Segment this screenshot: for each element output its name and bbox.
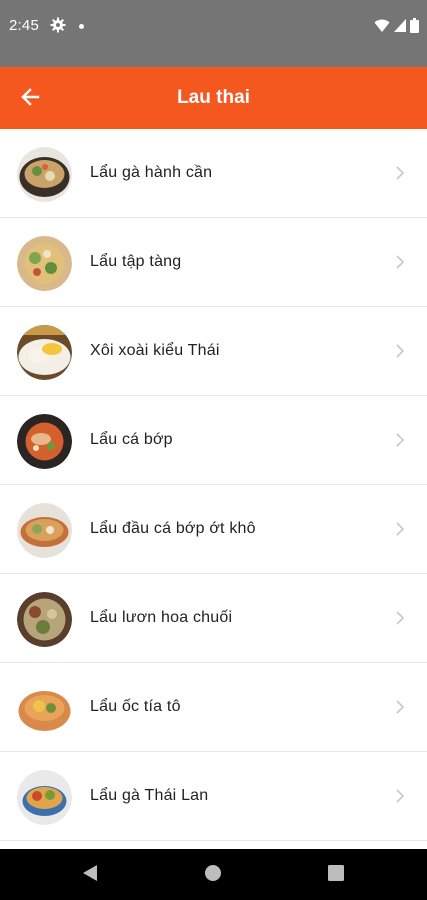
list-item[interactable]: Lẩu ốc tía tô xyxy=(0,663,427,752)
list-item[interactable]: Xôi xoài kiểu Thái xyxy=(0,307,427,396)
list-item[interactable]: Lẩu gà Thái Lan xyxy=(0,752,427,841)
app-bar: Lau thai xyxy=(0,67,427,129)
list-item-label: Lẩu cá bớp xyxy=(90,431,173,448)
list-item[interactable]: Lẩu cá bớp xyxy=(0,396,427,485)
wifi-icon xyxy=(374,19,390,38)
chevron-right-icon xyxy=(395,699,405,715)
status-time: 2:45 xyxy=(9,17,39,34)
page-title: Lau thai xyxy=(177,87,250,108)
battery-icon xyxy=(410,18,419,38)
list-item-label: Lẩu lươn hoa chuối xyxy=(90,609,233,626)
chevron-right-icon xyxy=(395,165,405,181)
gear-icon xyxy=(50,17,66,33)
dish-thumbnail xyxy=(17,503,72,558)
nav-recents-button[interactable] xyxy=(325,864,347,886)
list-item-label: Lẩu đầu cá bớp ớt khô xyxy=(90,520,256,537)
chevron-right-icon xyxy=(395,610,405,626)
recipe-list: Lẩu gà hành cần Lẩu tập tàng Xôi xoài ki… xyxy=(0,129,427,841)
chevron-right-icon xyxy=(395,343,405,359)
chevron-right-icon xyxy=(395,788,405,804)
chevron-right-icon xyxy=(395,521,405,537)
list-item[interactable]: Lẩu lươn hoa chuối xyxy=(0,574,427,663)
list-item-label: Xôi xoài kiểu Thái xyxy=(90,342,220,359)
list-item-label: Lẩu tập tàng xyxy=(90,253,182,270)
dish-thumbnail xyxy=(17,325,72,380)
dish-thumbnail xyxy=(17,236,72,291)
nav-back-icon xyxy=(82,864,98,887)
nav-recents-icon xyxy=(328,864,344,886)
chevron-right-icon xyxy=(395,254,405,270)
list-item[interactable]: Lẩu đầu cá bớp ớt khô xyxy=(0,485,427,574)
dish-thumbnail xyxy=(17,592,72,647)
status-icons xyxy=(374,18,419,38)
list-item-label: Lẩu ốc tía tô xyxy=(90,698,181,715)
list-item-label: Lẩu gà Thái Lan xyxy=(90,787,209,804)
notification-dot-icon xyxy=(79,24,84,29)
cellular-signal-icon xyxy=(394,19,406,37)
list-item[interactable]: Lẩu gà hành cần xyxy=(0,129,427,218)
system-navigation-bar xyxy=(0,849,427,900)
nav-home-button[interactable] xyxy=(202,864,224,886)
dish-thumbnail xyxy=(17,414,72,469)
nav-home-icon xyxy=(204,864,222,887)
list-item-label: Lẩu gà hành cần xyxy=(90,164,213,181)
chevron-right-icon xyxy=(395,432,405,448)
nav-back-button[interactable] xyxy=(79,864,101,886)
dish-thumbnail xyxy=(17,681,72,736)
dish-thumbnail xyxy=(17,147,72,202)
dish-thumbnail xyxy=(17,770,72,825)
status-bar: 2:45 xyxy=(0,0,427,67)
list-item[interactable]: Lẩu tập tàng xyxy=(0,218,427,307)
